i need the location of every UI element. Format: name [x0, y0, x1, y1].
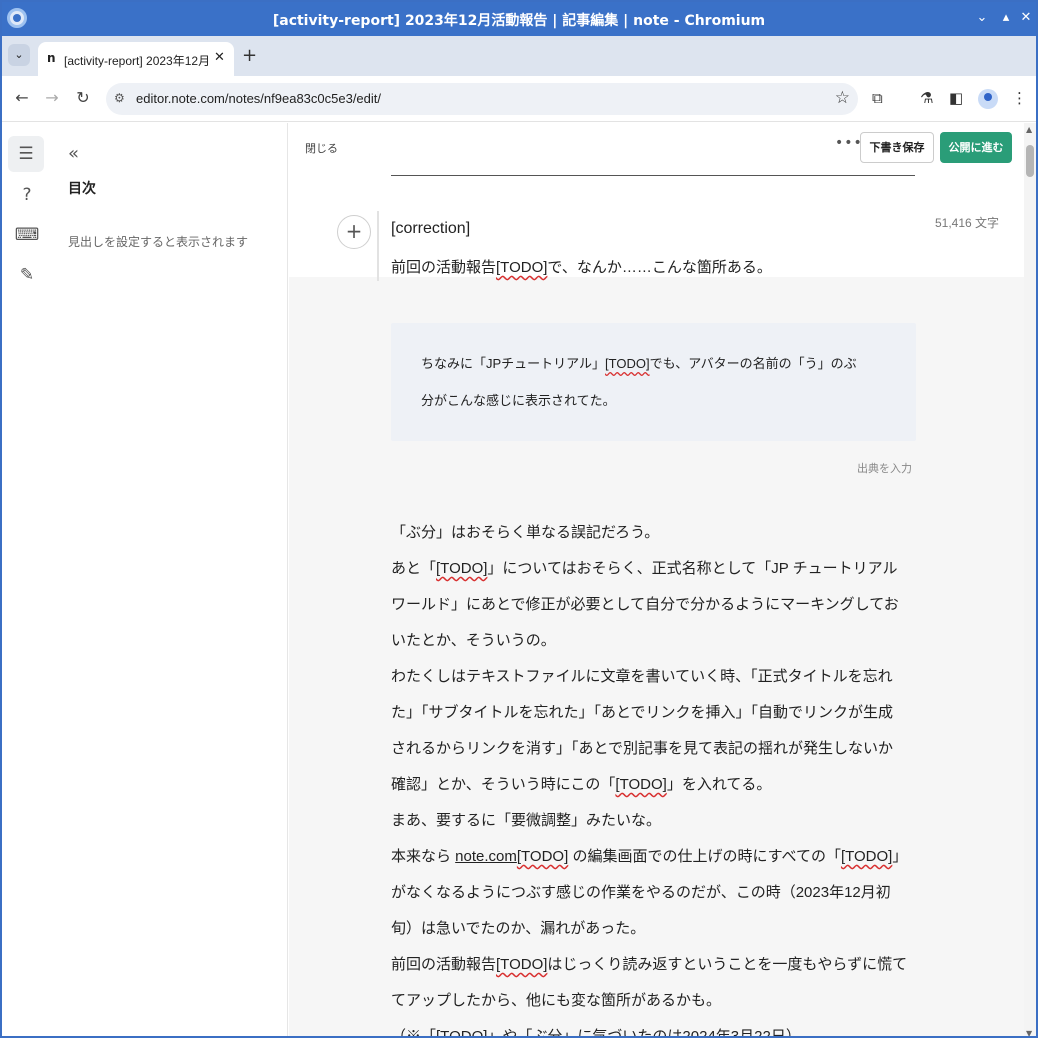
quote-line[interactable]: ちなみに「JPチュートリアル」[TODO]でも、アバターの名前の「う」のぶ	[421, 353, 857, 372]
body-line[interactable]: 確認」とか、そういう時にこの「[TODO]」を入れてる。	[391, 773, 771, 794]
block-indicator	[377, 211, 379, 281]
close-editor-button[interactable]: 閉じる	[305, 140, 338, 156]
article-editor[interactable]: + 51,416 文字 [correction] 前回の活動報告[TODO]で、…	[289, 171, 1024, 1036]
note-favicon-icon: n	[47, 51, 56, 65]
body-line[interactable]: あと「[TODO]」についてはおそらく、正式名称として「JP チュートリアル	[391, 557, 897, 578]
close-window-button[interactable]: ✕	[1016, 8, 1036, 28]
body-line[interactable]: 前回の活動報告[TODO]はじっくり読み返すということを一度もやらずに慌て	[391, 953, 907, 974]
body-line[interactable]: 「ぶ分」はおそらく単なる誤記だろう。	[391, 521, 659, 542]
labs-flask-icon[interactable]: ⚗	[920, 89, 933, 107]
page-content: ☰ ? ⌨ ✎ « 目次 見出しを設定すると表示されます 閉じる ••• 下書き…	[2, 123, 1036, 1036]
side-panel-icon[interactable]: ◧	[949, 89, 963, 107]
body-line[interactable]: されるからリンクを消す」「あとで別記事を見て表記の揺れが発生しないか	[391, 737, 893, 758]
publish-button[interactable]: 公開に進む	[940, 132, 1012, 163]
body-line[interactable]: がなくなるようにつぶす感じの作業をやるのだが、この時（2023年12月初	[391, 881, 891, 902]
tab-close-icon[interactable]: ✕	[214, 50, 225, 65]
body-line[interactable]: いたとか、そういうの。	[391, 629, 556, 650]
toc-empty-message: 見出しを設定すると表示されます	[68, 235, 249, 249]
character-count: 51,416 文字	[935, 216, 1000, 230]
tab-search-dropdown-icon[interactable]: ⌄	[8, 44, 30, 66]
body-line[interactable]: まあ、要するに「要微調整」みたいな。	[391, 809, 661, 830]
keyboard-shortcuts-icon[interactable]: ⌨	[14, 222, 40, 248]
forward-button[interactable]: →	[42, 88, 62, 107]
tab-title: [activity-report] 2023年12月	[64, 54, 210, 68]
body-line[interactable]: ワールド」にあとで修正が必要として自分で分かるようにマーキングしてお	[391, 593, 899, 614]
url-text[interactable]: editor.note.com/notes/nf9ea83c0c5e3/edit…	[136, 91, 381, 106]
page-scrollbar[interactable]: ▲ ▼	[1024, 123, 1036, 1036]
blockquote[interactable]: ちなみに「JPチュートリアル」[TODO]でも、アバターの名前の「う」のぶ 分が…	[391, 323, 916, 441]
new-tab-button[interactable]: +	[242, 45, 257, 66]
browser-menu-icon[interactable]: ⋮	[1012, 89, 1027, 107]
browser-toolbar: ← → ↻ ⚙ editor.note.com/notes/nf9ea83c0c…	[2, 76, 1036, 122]
title-bar: [activity-report] 2023年12月活動報告 | 記事編集 | …	[2, 2, 1036, 36]
body-line[interactable]: 本来なら note.com[TODO] の編集画面での仕上げの時にすべての「[T…	[391, 845, 907, 866]
back-button[interactable]: ←	[12, 88, 32, 107]
extensions-icon[interactable]: ⧉	[872, 89, 883, 107]
more-options-icon[interactable]: •••	[835, 135, 863, 151]
reload-button[interactable]: ↻	[73, 88, 93, 107]
profile-avatar-icon[interactable]	[978, 89, 998, 109]
scrollbar-thumb[interactable]	[1026, 145, 1034, 177]
toc-title: 目次	[68, 181, 96, 197]
collapse-panel-icon[interactable]: «	[68, 143, 79, 164]
address-bar[interactable]: ⚙ editor.note.com/notes/nf9ea83c0c5e3/ed…	[106, 83, 858, 115]
add-block-button[interactable]: +	[337, 215, 371, 249]
divider	[391, 175, 915, 176]
minimize-button[interactable]: ⌄	[972, 8, 992, 28]
window-title: [activity-report] 2023年12月活動報告 | 記事編集 | …	[272, 13, 766, 29]
active-line[interactable]: 前回の活動報告[TODO]で、なんか……こんな箇所ある。	[391, 256, 772, 277]
editor-header: 閉じる ••• 下書き保存 公開に進む	[289, 123, 1024, 171]
left-icon-rail: ☰ ? ⌨ ✎	[2, 123, 56, 1036]
table-of-contents-panel: « 目次 見出しを設定すると表示されます	[56, 123, 288, 1036]
tab-strip: ⌄ n [activity-report] 2023年12月 ✕ +	[2, 36, 1036, 76]
body-line[interactable]: てアップしたから、他にも変な箇所があるかも。	[391, 989, 721, 1010]
bookmark-star-icon[interactable]: ☆	[835, 88, 850, 108]
active-line[interactable]: [correction]	[391, 220, 470, 238]
scroll-up-icon[interactable]: ▲	[1026, 125, 1032, 134]
quote-line[interactable]: 分がこんな感じに表示されてた。	[421, 390, 616, 409]
body-line[interactable]: 旬）は急いでたのか、漏れがあった。	[391, 917, 645, 938]
body-line[interactable]: た」「サブタイトルを忘れた」「あとでリンクを挿入」「自動でリンクが生成	[391, 701, 893, 722]
toc-list-icon[interactable]: ☰	[8, 136, 44, 172]
browser-window: [activity-report] 2023年12月活動報告 | 記事編集 | …	[0, 0, 1038, 1038]
maximize-button[interactable]: ▴	[996, 8, 1016, 28]
save-draft-button[interactable]: 下書き保存	[860, 132, 934, 163]
citation-input[interactable]: 出典を入力	[857, 460, 912, 476]
body-line[interactable]: （※「[TODO]」や「ぶ分」に気づいたのは2024年3月22日）	[391, 1025, 801, 1036]
site-info-icon[interactable]: ⚙	[114, 91, 125, 105]
help-icon[interactable]: ?	[14, 182, 40, 208]
body-line[interactable]: わたくしはテキストファイルに文章を書いていく時、「正式タイトルを忘れ	[391, 665, 893, 686]
tab-activity-report[interactable]: n [activity-report] 2023年12月 ✕	[38, 42, 234, 76]
magic-wand-icon[interactable]: ✎	[14, 262, 40, 288]
scroll-down-icon[interactable]: ▼	[1026, 1029, 1032, 1036]
